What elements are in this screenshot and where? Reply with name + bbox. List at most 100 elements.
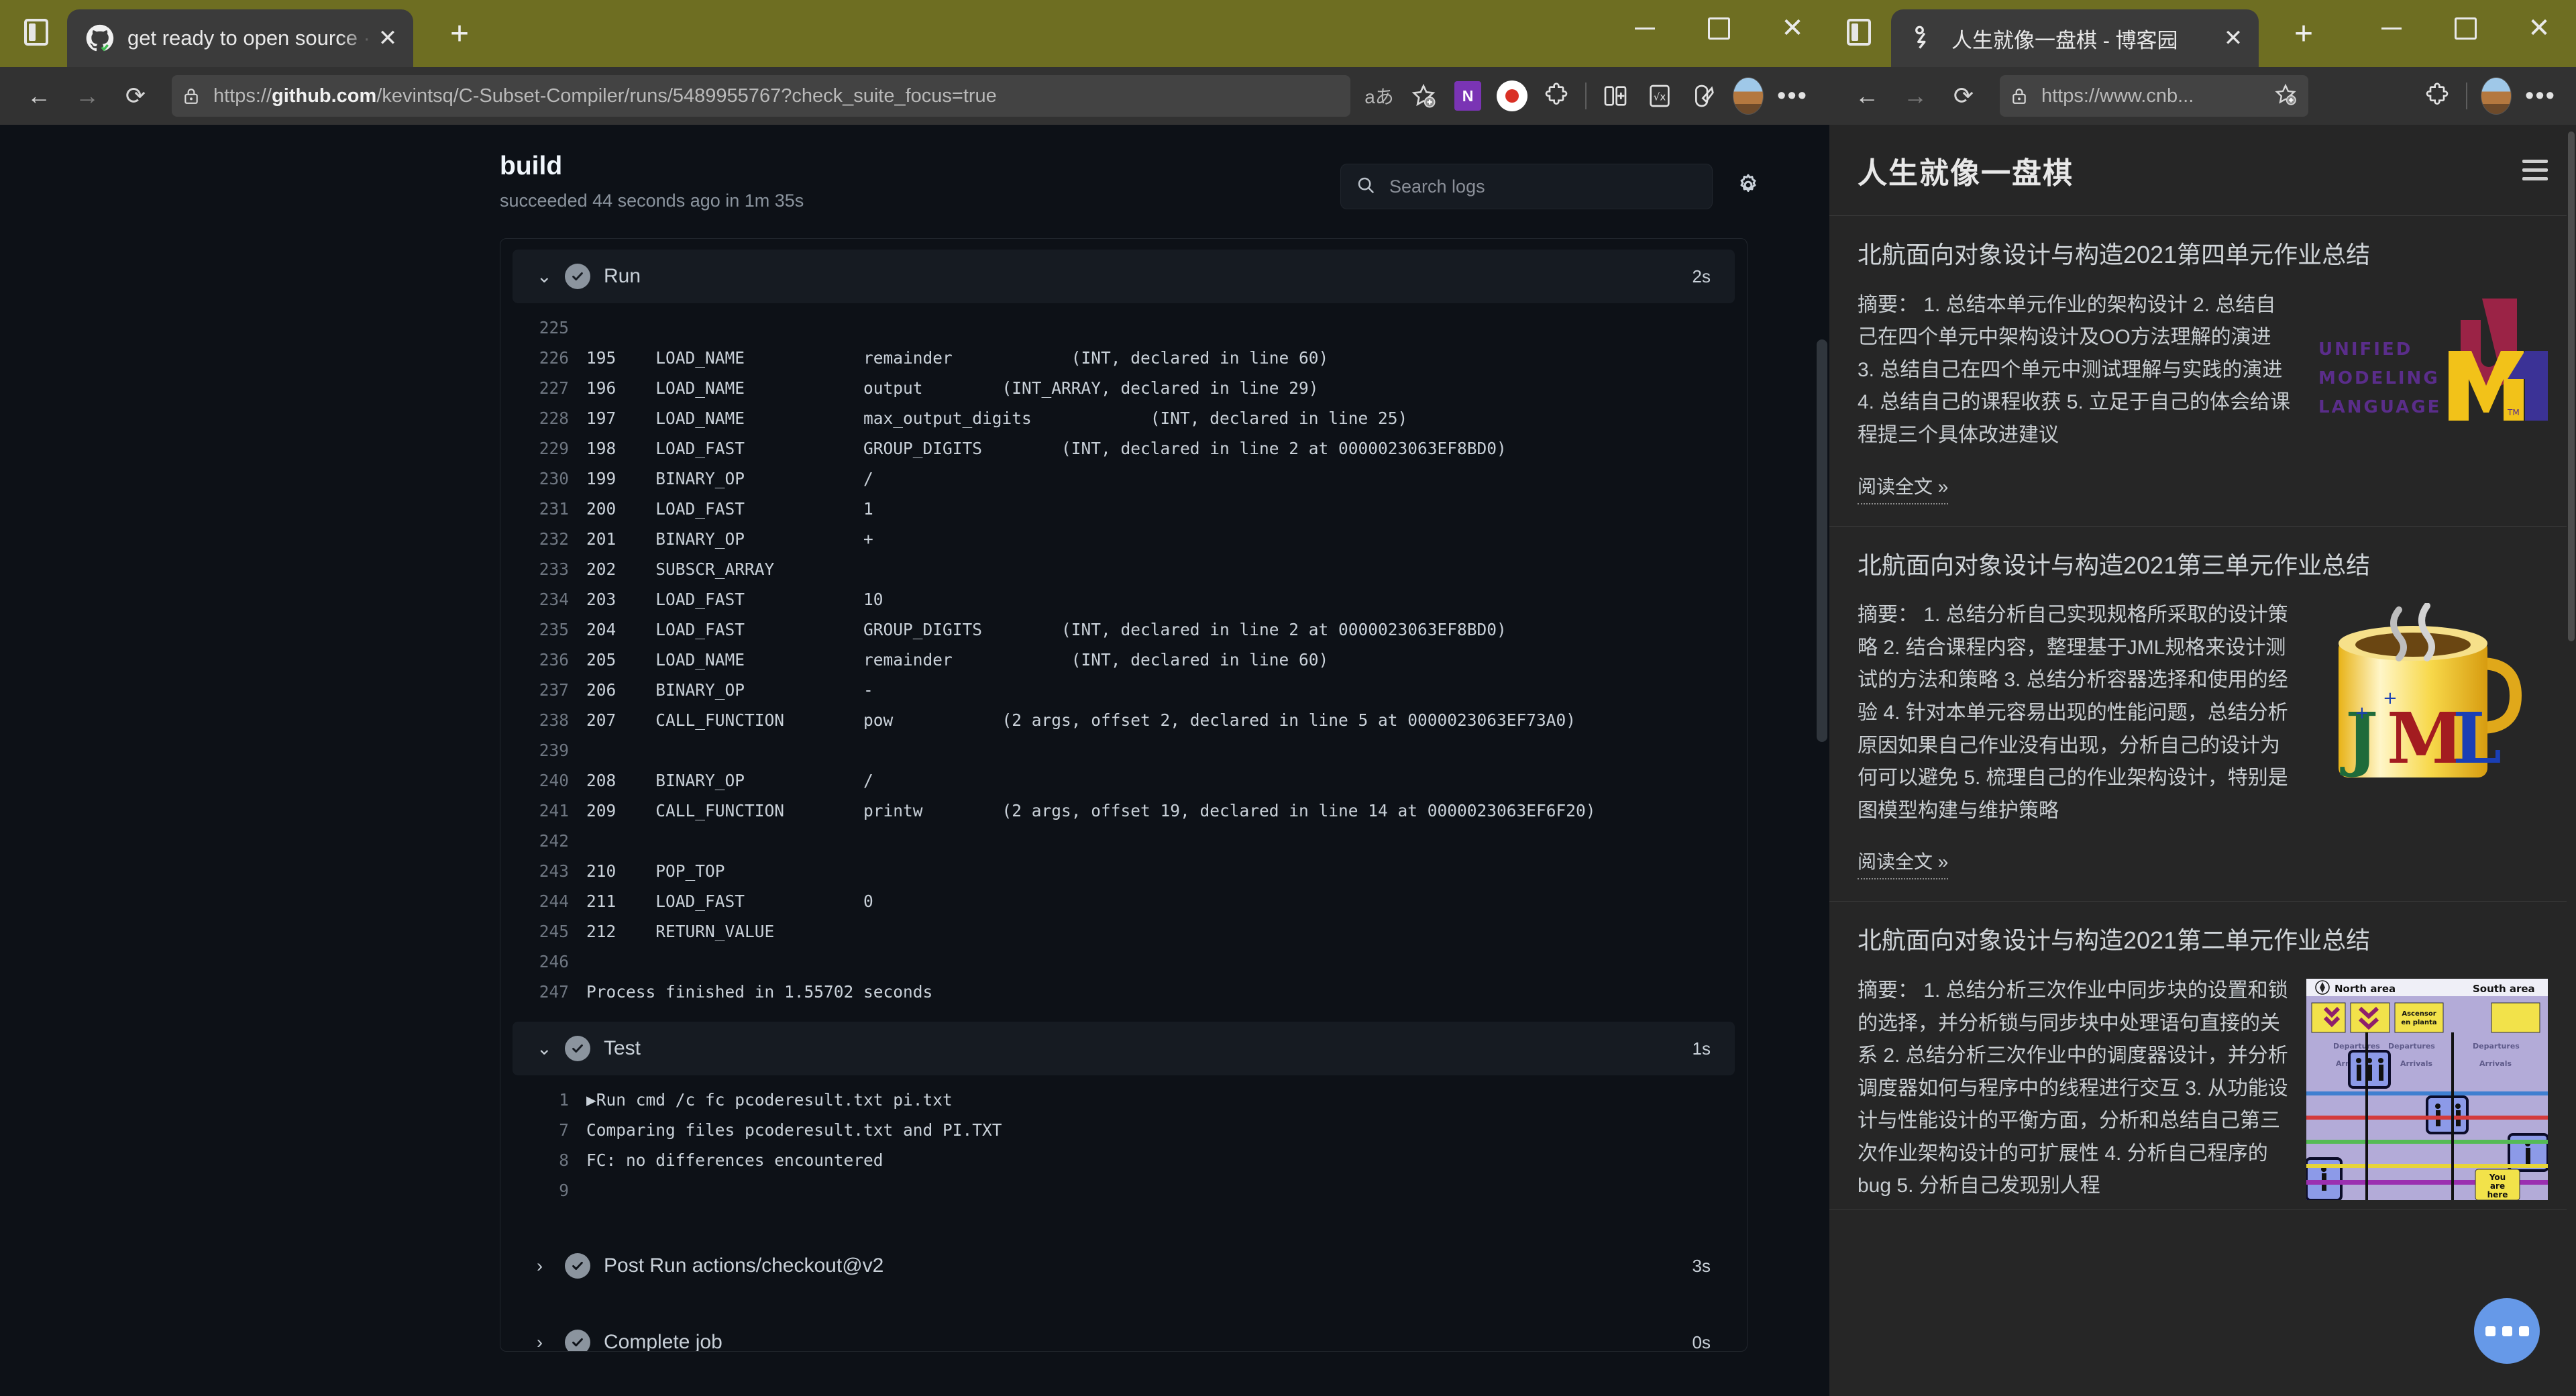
search-logs-box[interactable] <box>1340 164 1713 209</box>
svg-text:Departures: Departures <box>2388 1042 2435 1051</box>
svg-text:are: are <box>2490 1181 2505 1191</box>
step-duration: 1s <box>1692 1038 1711 1059</box>
log-line: 227 196 LOAD_NAME output (INT_ARRAY, decl… <box>500 373 1747 403</box>
add-favorite-icon[interactable] <box>1401 75 1446 117</box>
lock-icon <box>182 85 200 107</box>
address-bar-left[interactable]: https://github.com/kevintsq/C-Subset-Com… <box>172 75 1350 117</box>
log-line: 230 199 BINARY_OP / <box>500 464 1747 494</box>
split-screen-icon[interactable] <box>1593 75 1638 117</box>
window-close-button[interactable]: ✕ <box>1756 0 1829 56</box>
log-line: 229 198 LOAD_FAST GROUP_DIGITS (INT, decl… <box>500 433 1747 464</box>
scrollbar-thumb[interactable] <box>1817 339 1827 742</box>
scrollbar-thumb-right[interactable] <box>2568 131 2575 641</box>
log-line: 234 203 LOAD_FAST 10 <box>500 584 1747 614</box>
avatar[interactable] <box>1726 75 1770 117</box>
svg-text:Arrivals: Arrivals <box>2400 1059 2432 1068</box>
minimize-button[interactable] <box>1608 0 1682 56</box>
tab-strip-left: get ready to open source · kevintsq/C-Su… <box>0 0 1829 67</box>
step-duration: 0s <box>1692 1332 1711 1352</box>
onenote-icon[interactable]: N <box>1446 75 1490 117</box>
log-line-number: 242 <box>539 831 569 851</box>
log-line: 8 FC: no differences encountered <box>500 1145 1747 1175</box>
browser-tab-cnblogs[interactable]: 人生就像一盘棋 - 博客园 ✕ <box>1891 9 2259 67</box>
log-line-text <box>586 826 1747 856</box>
search-logs-input[interactable] <box>1389 176 1697 197</box>
log-step-complete-job[interactable]: › Complete job 0s <box>513 1316 1735 1352</box>
new-tab-button-right[interactable]: + <box>2287 18 2320 52</box>
log-line: 236 205 LOAD_NAME remainder (INT, declare… <box>500 645 1747 675</box>
page-scrollbar-right[interactable] <box>2567 125 2576 1396</box>
log-step-run[interactable]: ⌄ Run 2s <box>513 250 1735 303</box>
refresh-icon-right[interactable]: ⟳ <box>1939 75 1988 117</box>
refresh-icon[interactable]: ⟳ <box>111 75 160 117</box>
post-thumbnail-uml: UNIFIED MODELING LANGUAGE TM <box>2306 292 2548 447</box>
extensions-puzzle-icon-right[interactable] <box>2415 75 2459 117</box>
toolbar-divider <box>1585 83 1587 109</box>
log-line-text <box>586 947 1747 977</box>
svg-text:+: + <box>2383 688 2398 708</box>
svg-text:North area: North area <box>2334 983 2396 995</box>
close-icon[interactable]: ✕ <box>374 25 401 52</box>
svg-text:Departures: Departures <box>2473 1042 2520 1051</box>
log-line-number: 1 <box>559 1090 569 1110</box>
chevron-right-icon[interactable]: › <box>537 1332 561 1352</box>
success-check-icon <box>565 1253 590 1279</box>
new-tab-button[interactable]: + <box>443 18 476 52</box>
more-actions-fab[interactable] <box>2474 1298 2540 1364</box>
log-line-number: 243 <box>539 861 569 881</box>
maximize-button-right[interactable] <box>2428 0 2502 56</box>
post-title[interactable]: 北航面向对象设计与构造2021第二单元作业总结 <box>1858 924 2548 957</box>
post-title[interactable]: 北航面向对象设计与构造2021第四单元作业总结 <box>1858 239 2548 272</box>
log-line-number: 241 <box>539 801 569 820</box>
log-line-text: 208 BINARY_OP / <box>586 771 873 790</box>
log-line: 239 <box>500 735 1747 765</box>
close-icon[interactable]: ✕ <box>2220 25 2247 52</box>
math-solver-icon[interactable]: √x <box>1638 75 1682 117</box>
more-options-icon-right[interactable]: ••• <box>2518 75 2563 117</box>
drop-pen-icon[interactable] <box>1682 75 1726 117</box>
log-line-number: 227 <box>539 378 569 398</box>
log-line-text: 205 LOAD_NAME remainder (INT, declared i… <box>586 650 1329 669</box>
post-title[interactable]: 北航面向对象设计与构造2021第三单元作业总结 <box>1858 549 2548 582</box>
address-bar-right[interactable]: https://www.cnb... <box>2000 75 2308 117</box>
step-name: Run <box>604 265 641 287</box>
minimize-button-right[interactable] <box>2355 0 2428 56</box>
log-line-number: 229 <box>539 439 569 458</box>
forward-icon-right[interactable]: → <box>1891 75 1939 117</box>
tab-actions-icon[interactable] <box>24 19 54 48</box>
log-line-text: 211 LOAD_FAST 0 <box>586 892 873 911</box>
page-scrollbar-left[interactable] <box>1815 125 1829 1396</box>
back-icon-right[interactable]: ← <box>1843 75 1891 117</box>
maximize-button[interactable] <box>1682 0 1756 56</box>
window-close-button-right[interactable]: ✕ <box>2502 0 2576 56</box>
job-status-text: succeeded 44 seconds ago in 1m 35s <box>500 191 804 211</box>
add-favorite-icon-right[interactable] <box>2273 83 2298 110</box>
chevron-down-icon[interactable]: ⌄ <box>537 1038 561 1059</box>
hamburger-icon[interactable] <box>2522 160 2548 180</box>
chevron-right-icon[interactable]: › <box>537 1256 561 1277</box>
read-more-link[interactable]: 阅读全文 » <box>1858 847 1949 880</box>
log-line-number: 233 <box>539 559 569 579</box>
log-line-text: 209 CALL_FUNCTION printw (2 args, offset… <box>586 801 1596 820</box>
log-line: 237 206 BINARY_OP - <box>500 675 1747 705</box>
log-line-text: 206 BINARY_OP - <box>586 680 873 700</box>
more-options-icon[interactable]: ••• <box>1770 75 1815 117</box>
translate-icon[interactable]: aあ <box>1357 75 1401 117</box>
read-more-link[interactable]: 阅读全文 » <box>1858 472 1949 504</box>
back-icon[interactable]: ← <box>15 75 63 117</box>
blog-header: 人生就像一盘棋 <box>1829 125 2576 216</box>
log-step-test[interactable]: ⌄ Test 1s <box>513 1022 1735 1075</box>
extensions-puzzle-icon[interactable] <box>1534 75 1578 117</box>
gear-icon[interactable] <box>1735 172 1761 201</box>
log-step-post-run[interactable]: › Post Run actions/checkout@v2 3s <box>513 1239 1735 1293</box>
forward-icon[interactable]: → <box>63 75 111 117</box>
chevron-down-icon[interactable]: ⌄ <box>537 266 561 287</box>
log-line-text: 207 CALL_FUNCTION pow (2 args, offset 2,… <box>586 710 1576 730</box>
log-line-text: 198 LOAD_FAST GROUP_DIGITS (INT, declare… <box>586 439 1507 458</box>
browser-tab-github[interactable]: get ready to open source · kevintsq/C-Su… <box>67 9 413 67</box>
log-line-number: 247 <box>539 982 569 1002</box>
tab-actions-icon-right[interactable] <box>1847 19 1876 48</box>
lock-icon-right <box>2010 85 2028 107</box>
collections-icon[interactable] <box>1490 75 1534 117</box>
avatar-right[interactable] <box>2474 75 2518 117</box>
